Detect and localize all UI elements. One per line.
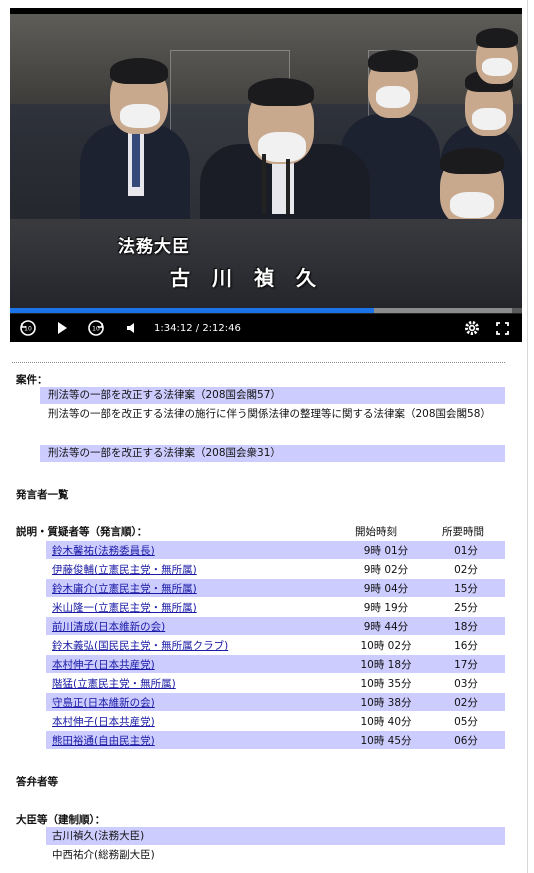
section-divider — [12, 362, 505, 363]
speaker-row: 本村伸子(日本共産党) 10時 18分 17分 — [46, 655, 505, 673]
video-time-display: 1:34:12 / 2:12:46 — [154, 323, 241, 334]
bill-item: 刑法等の一部を改正する法律の施行に伴う関係法律の整理等に関する法律案（208国会… — [48, 408, 491, 420]
video-current-time: 1:34:12 — [154, 323, 193, 334]
video-caption-name: 古川禎久 — [170, 266, 338, 290]
speaker-row: 階猛(立憲民主党・無所属) 10時 35分 03分 — [46, 674, 505, 692]
speaker-row: 鈴木庸介(立憲民主党・無所属) 9時 04分 15分 — [46, 579, 505, 597]
speaker-row: 鈴木馨祐(法務委員長) 9時 01分 01分 — [46, 541, 505, 559]
speaker-row: 本村伸子(日本共産党) 10時 40分 05分 — [46, 712, 505, 730]
speaker-link[interactable]: 鈴木義弘(国民民主党・無所属クラブ) — [52, 638, 228, 653]
fullscreen-icon[interactable] — [492, 318, 512, 338]
ministers-subheading: 大臣等（建制順）： — [16, 814, 106, 826]
svg-text:10: 10 — [92, 326, 100, 333]
speaker-duration: 02分 — [454, 697, 478, 709]
speaker-link[interactable]: 階猛(立憲民主党・無所属) — [52, 676, 176, 691]
forward-10-icon[interactable]: 10 — [86, 318, 106, 338]
speaker-link[interactable]: 鈴木馨祐(法務委員長) — [52, 543, 155, 558]
speaker-link[interactable]: 本村伸子(日本共産党) — [52, 714, 155, 729]
speaker-row: 鈴木義弘(国民民主党・無所属クラブ) 10時 02分 16分 — [46, 636, 505, 654]
speaker-start-time: 9時 04分 — [363, 583, 409, 595]
replay-10-icon[interactable]: 10 — [18, 318, 38, 338]
column-start-time: 開始時刻 — [355, 526, 397, 538]
speaker-start-time: 10時 02分 — [360, 640, 412, 652]
answerers-section-label: 答弁者等 — [16, 776, 58, 788]
speaker-link[interactable]: 米山隆一(立憲民主党・無所属) — [52, 600, 197, 615]
speaker-row: 守島正(日本維新の会) 10時 38分 02分 — [46, 693, 505, 711]
speaker-duration: 05分 — [454, 716, 478, 728]
speaker-start-time: 10時 35分 — [360, 678, 412, 690]
speaker-start-time: 9時 02分 — [363, 564, 409, 576]
minister-item: 古川禎久(法務大臣) — [46, 827, 505, 845]
speaker-row: 前川清成(日本維新の会) 9時 44分 18分 — [46, 617, 505, 635]
speaker-row: 熊田裕通(自由民主党) 10時 45分 06分 — [46, 731, 505, 749]
speaker-duration: 25分 — [454, 602, 478, 614]
speaker-start-time: 10時 45分 — [360, 735, 412, 747]
minister-item: 中西祐介(総務副大臣) — [52, 849, 155, 861]
bill-item: 刑法等の一部を改正する法律案（208国会閣57） — [40, 387, 505, 404]
video-frame[interactable]: 法務大臣 古川禎久 — [10, 14, 522, 314]
speaker-duration: 16分 — [454, 640, 478, 652]
column-duration: 所要時間 — [442, 526, 484, 538]
video-time-separator: / — [195, 323, 200, 334]
svg-text:10: 10 — [24, 326, 32, 333]
speaker-duration: 17分 — [454, 659, 478, 671]
video-progress-fill — [10, 308, 374, 313]
video-buffer-bar — [373, 308, 512, 313]
speaker-start-time: 10時 38分 — [360, 697, 412, 709]
speaker-start-time: 9時 01分 — [363, 545, 409, 557]
speaker-duration: 01分 — [454, 545, 478, 557]
speaker-duration: 06分 — [454, 735, 478, 747]
speaker-start-time: 10時 40分 — [360, 716, 412, 728]
speaker-link[interactable]: 本村伸子(日本共産党) — [52, 657, 155, 672]
video-player[interactable]: 法務大臣 古川禎久 10 10 1:34:12 / 2:12:46 — [10, 8, 522, 342]
volume-icon[interactable] — [122, 318, 142, 338]
speaker-start-time: 9時 44分 — [363, 621, 409, 633]
speaker-start-time: 9時 19分 — [363, 602, 409, 614]
video-progress-bar[interactable] — [10, 308, 522, 313]
speaker-duration: 18分 — [454, 621, 478, 633]
speaker-row: 伊藤俊輔(立憲民主党・無所属) 9時 02分 02分 — [46, 560, 505, 578]
speaker-duration: 03分 — [454, 678, 478, 690]
speaker-start-time: 10時 18分 — [360, 659, 412, 671]
speaker-link[interactable]: 前川清成(日本維新の会) — [52, 619, 165, 634]
speaker-link[interactable]: 鈴木庸介(立憲民主党・無所属) — [52, 581, 197, 596]
page-right-rule — [527, 0, 528, 873]
speaker-duration: 15分 — [454, 583, 478, 595]
speakers-subheading: 説明・質疑者等（発言順）： — [16, 526, 148, 538]
speakers-section-label: 発言者一覧 — [16, 489, 69, 501]
play-icon[interactable] — [52, 318, 72, 338]
speaker-link[interactable]: 熊田裕通(自由民主党) — [52, 733, 155, 748]
settings-gear-icon[interactable] — [462, 318, 482, 338]
speaker-row: 米山隆一(立憲民主党・無所属) 9時 19分 25分 — [46, 598, 505, 616]
agenda-label: 案件： — [16, 374, 48, 386]
speaker-duration: 02分 — [454, 564, 478, 576]
bill-item: 刑法等の一部を改正する法律案（208国会衆31） — [40, 445, 505, 462]
video-controls: 10 10 1:34:12 / 2:12:46 — [10, 314, 522, 342]
video-caption-role: 法務大臣 — [118, 237, 190, 257]
speaker-link[interactable]: 伊藤俊輔(立憲民主党・無所属) — [52, 562, 197, 577]
video-duration: 2:12:46 — [202, 323, 241, 334]
speaker-link[interactable]: 守島正(日本維新の会) — [52, 695, 155, 710]
